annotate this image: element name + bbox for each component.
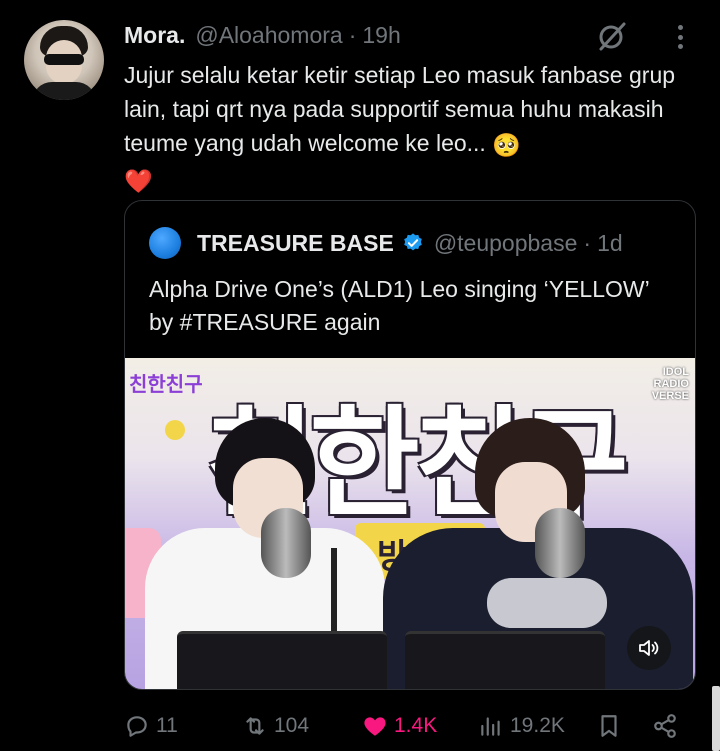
- views-icon: [481, 717, 500, 736]
- radio-logo: IDOL RADIO VERSE: [652, 366, 689, 402]
- retweet-icon: [246, 717, 264, 735]
- bookmark-button[interactable]: [596, 713, 622, 739]
- red-heart-emoji: ❤️: [124, 167, 153, 194]
- radio-logo-line3: VERSE: [651, 390, 689, 402]
- verified-icon: [404, 233, 422, 251]
- retweet-count: 104: [274, 714, 310, 737]
- reply-icon: [127, 716, 147, 737]
- like-count: 1.4K: [394, 714, 438, 737]
- monitor-right: [405, 631, 605, 689]
- sound-icon[interactable]: [627, 626, 671, 670]
- scrollbar-thumb[interactable]: [712, 686, 720, 751]
- separator-dot: ·: [348, 21, 357, 48]
- quote-display-name[interactable]: TREASURE BASE: [197, 230, 394, 257]
- show-corner-logo: 친한친구: [129, 374, 203, 396]
- grok-icon[interactable]: [596, 20, 628, 52]
- reply-button[interactable]: 11: [124, 713, 178, 739]
- post-text: Jujur selalu ketar ketir setiap Leo masu…: [124, 58, 684, 198]
- bookmark-icon: [601, 715, 617, 737]
- retweet-button[interactable]: 104: [242, 713, 309, 739]
- quote-avatar[interactable]: [149, 227, 181, 259]
- more-icon[interactable]: [668, 22, 692, 52]
- quote-separator: ·: [583, 229, 592, 256]
- pleading-face-emoji: 🥺: [492, 131, 521, 158]
- monitor-left: [177, 631, 387, 689]
- views-button[interactable]: 19.2K: [478, 713, 565, 739]
- reply-count: 11: [156, 714, 178, 737]
- quote-text: Alpha Drive One’s (ALD1) Leo singing ‘YE…: [149, 276, 649, 335]
- share-icon: [654, 714, 676, 738]
- quote-header: TREASURE BASE @teupopbase · 1d: [149, 227, 623, 259]
- quote-video[interactable]: 친한친구 IDOL RADIO VERSE 친한친구 방: [125, 358, 695, 689]
- like-button[interactable]: 1.4K: [362, 713, 437, 739]
- profile-avatar[interactable]: [24, 20, 104, 100]
- quote-time[interactable]: 1d: [597, 230, 623, 257]
- post-time[interactable]: 19h: [362, 22, 400, 49]
- like-icon: [364, 717, 386, 736]
- user-handle[interactable]: @Aloahomora: [195, 22, 342, 49]
- radio-logo-line2: RADIO: [653, 378, 689, 390]
- microphone-right: [535, 508, 585, 578]
- microphone-left: [261, 508, 311, 578]
- action-bar: 11 104 1.4K 19.2K: [124, 706, 684, 746]
- views-count: 19.2K: [510, 714, 565, 737]
- radio-logo-line1: IDOL: [662, 366, 689, 378]
- post-header: Mora. @Aloahomora · 19h: [124, 20, 401, 50]
- post-body: Jujur selalu ketar ketir setiap Leo masu…: [124, 62, 682, 156]
- share-button[interactable]: [652, 713, 678, 739]
- quote-handle[interactable]: @teupopbase: [434, 230, 578, 257]
- quoted-post[interactable]: TREASURE BASE @teupopbase · 1d Alpha Dri…: [124, 200, 696, 690]
- display-name[interactable]: Mora.: [124, 22, 185, 49]
